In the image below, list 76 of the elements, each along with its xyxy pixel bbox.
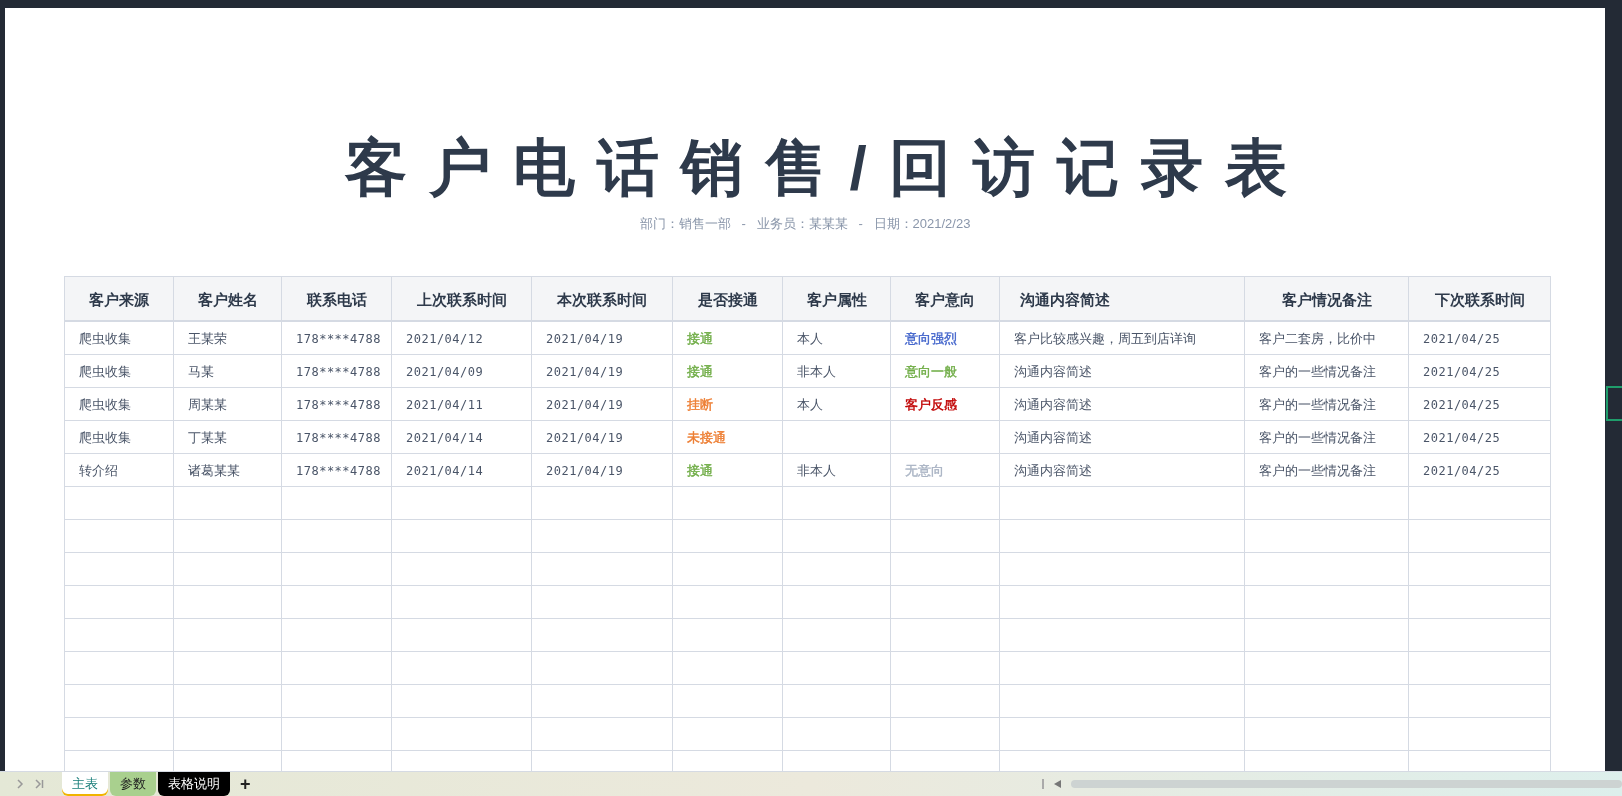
name-cell: 丁某某: [188, 428, 227, 447]
date-cell-text: 2021/04/19: [546, 363, 624, 381]
name-cell: 王某荣: [188, 329, 227, 348]
status-tag: 未接通: [687, 428, 726, 447]
phone-cell-text: 178****4788: [296, 330, 381, 348]
column-header: 客户情况备注: [1281, 291, 1372, 310]
summary-cell: 沟通内容简述: [1014, 362, 1092, 381]
divider-icon: [1042, 779, 1044, 789]
date-cell-text: 2021/04/19: [546, 396, 624, 414]
column-header: 客户意向: [915, 291, 975, 310]
date-cell-text: 2021/04/25: [1423, 396, 1501, 414]
date-cell-text: 2021/04/25: [1423, 363, 1501, 381]
date-cell-text: 2021/04/12: [406, 330, 484, 348]
name-cell: 周某某: [188, 395, 227, 414]
date-cell-text: 2021/04/14: [406, 462, 484, 480]
source-cell: 爬虫收集: [79, 362, 131, 381]
intent-tag: 客户反感: [905, 395, 957, 414]
attribute-cell: 本人: [797, 395, 823, 414]
sheet-tab[interactable]: 参数: [110, 772, 156, 796]
source-cell: 转介绍: [79, 461, 118, 480]
source-cell: 爬虫收集: [79, 395, 131, 414]
phone-cell-text: 178****4788: [296, 429, 381, 447]
status-tag: 接通: [687, 329, 713, 348]
status-tag: 接通: [687, 461, 713, 480]
sheet-tab[interactable]: 表格说明: [158, 772, 230, 796]
name-cell: 马某: [188, 362, 214, 381]
attribute-cell: 非本人: [797, 362, 836, 381]
sheet-tab[interactable]: 主表: [62, 772, 108, 796]
date-cell-text: 2021/04/19: [546, 429, 624, 447]
column-header: 沟通内容简述: [1020, 291, 1110, 310]
date-cell-text: 2021/04/19: [546, 462, 624, 480]
intent-tag: 意向强烈: [905, 329, 957, 348]
sheet-title: 客户电话销售/回访记录表: [344, 132, 1309, 204]
name-cell: 诸葛某某: [188, 461, 240, 480]
status-tag: 挂断: [687, 395, 713, 414]
source-cell: 爬虫收集: [79, 428, 131, 447]
sheet-subtitle: 部门：销售一部 - 业务员：某某某 - 日期：2021/2/23: [639, 215, 971, 233]
date-cell-text: 2021/04/25: [1423, 330, 1501, 348]
date-cell-text: 2021/04/09: [406, 363, 484, 381]
column-header: 上次联系时间: [416, 291, 507, 310]
summary-cell: 客户比较感兴趣，周五到店详询: [1014, 329, 1196, 348]
scrollbar[interactable]: [1071, 780, 1622, 788]
attribute-cell: 非本人: [797, 461, 836, 480]
next-icon[interactable]: [16, 779, 24, 789]
phone-cell-text: 178****4788: [296, 396, 381, 414]
summary-cell: 沟通内容简述: [1014, 395, 1092, 414]
column-header: 客户来源: [89, 291, 149, 310]
date-cell-text: 2021/04/25: [1423, 462, 1501, 480]
date-cell-text: 2021/04/19: [546, 330, 624, 348]
status-tag: 接通: [687, 362, 713, 381]
date-cell-text: 2021/04/25: [1423, 429, 1501, 447]
column-header: 联系电话: [306, 291, 367, 310]
source-cell: 爬虫收集: [79, 329, 131, 348]
last-icon[interactable]: [34, 779, 44, 789]
remarks-cell: 客户的一些情况备注: [1259, 428, 1376, 447]
column-header: 下次联系时间: [1434, 291, 1525, 310]
remarks-cell: 客户的一些情况备注: [1259, 461, 1376, 480]
summary-cell: 沟通内容简述: [1014, 461, 1092, 480]
phone-cell-text: 178****4788: [296, 363, 381, 381]
phone-cell-text: 178****4788: [296, 462, 381, 480]
remarks-cell: 客户二套房，比价中: [1259, 329, 1376, 348]
scroll-left-icon[interactable]: [1054, 780, 1061, 788]
remarks-cell: 客户的一些情况备注: [1259, 395, 1376, 414]
selection-marker: [1606, 386, 1622, 421]
date-cell-text: 2021/04/14: [406, 429, 484, 447]
date-cell-text: 2021/04/11: [406, 396, 484, 414]
summary-cell: 沟通内容简述: [1014, 428, 1092, 447]
column-header: 客户姓名: [197, 291, 258, 310]
intent-tag: 意向一般: [905, 362, 957, 381]
column-header: 本次联系时间: [557, 291, 647, 310]
remarks-cell: 客户的一些情况备注: [1259, 362, 1376, 381]
attribute-cell: 本人: [797, 329, 823, 348]
column-header: 是否接通: [697, 291, 758, 310]
add-sheet-button[interactable]: +: [232, 772, 259, 796]
column-header: 客户属性: [806, 291, 867, 310]
intent-tag: 无意向: [905, 461, 944, 480]
